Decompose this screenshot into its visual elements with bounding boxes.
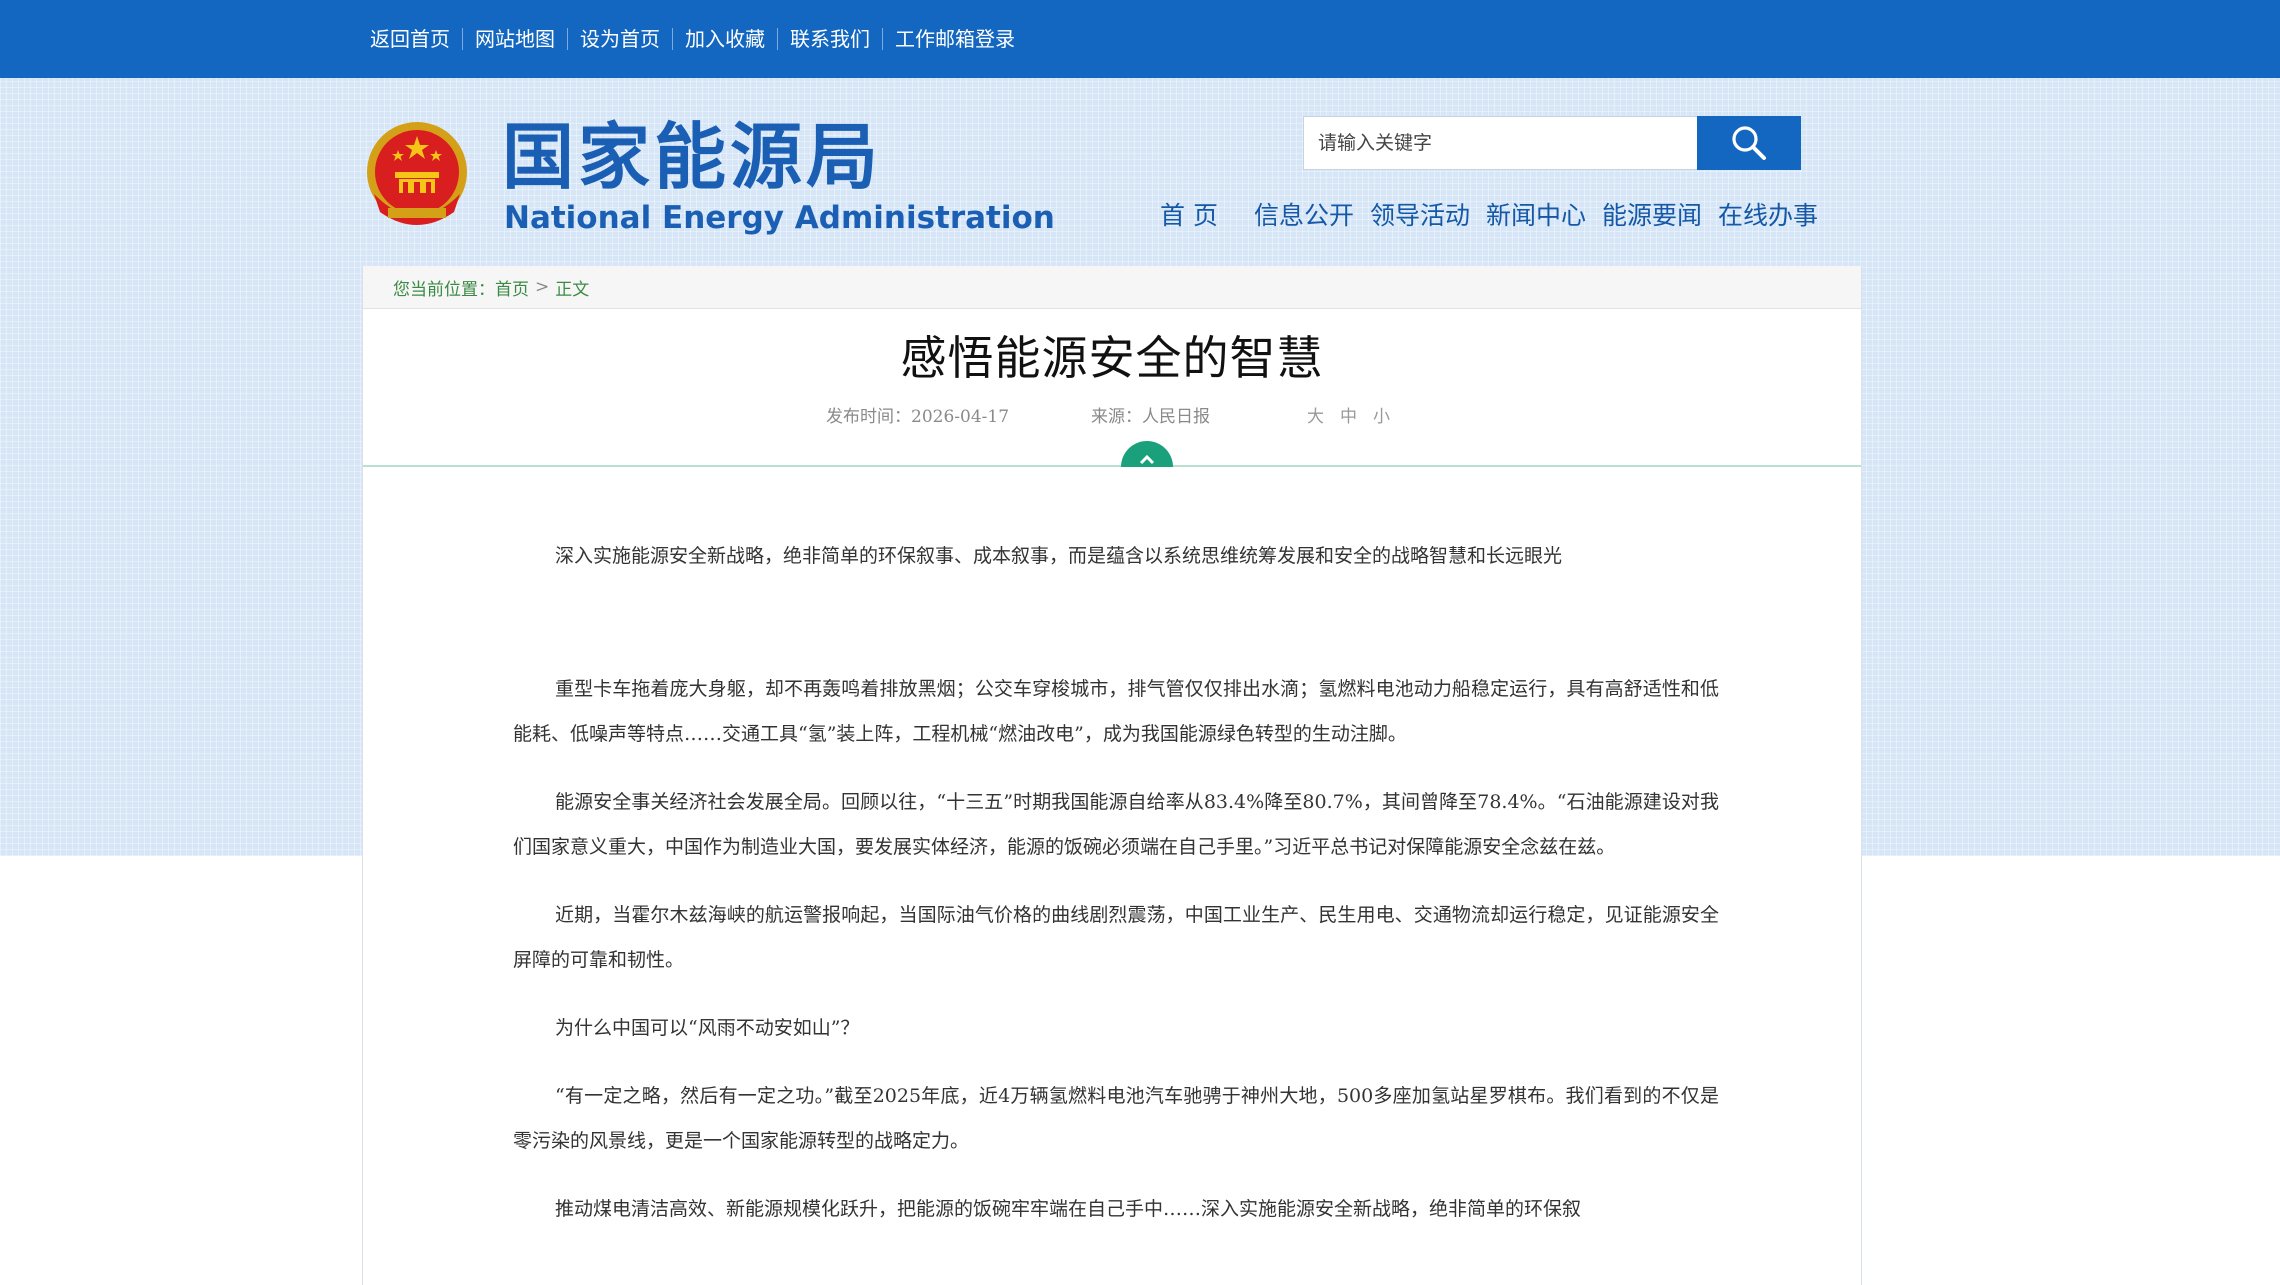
publish-date: 2026-04-17 bbox=[911, 407, 1010, 427]
article-paragraph: 推动煤电清洁高效、新能源规模化跃升，把能源的饭碗牢牢端在自己手中……深入实施能源… bbox=[555, 1198, 1582, 1220]
article-paragraph: 深入实施能源安全新战略，绝非简单的环保叙事、成本叙事，而是蕴含以系统思维统筹发展… bbox=[555, 545, 1563, 567]
top-bar: 返回首页 网站地图 设为首页 加入收藏 联系我们 工作邮箱登录 bbox=[0, 0, 2280, 78]
content-panel: 您当前位置： 首页 > 正文 感悟能源安全的智慧 发布时间：2026-04-17… bbox=[362, 266, 1862, 1285]
publish-time: 发布时间：2026-04-17 bbox=[826, 402, 1009, 427]
search-box bbox=[1303, 116, 1801, 170]
link-mail-login[interactable]: 工作邮箱登录 bbox=[882, 28, 1027, 50]
search-input[interactable] bbox=[1303, 116, 1711, 170]
article-paragraph: “有一定之略，然后有一定之功。”截至2025年底，近4万辆氢燃料电池汽车驰骋于神… bbox=[513, 1085, 1719, 1152]
nav-leader-activities[interactable]: 领导活动 bbox=[1370, 196, 1470, 236]
publish-time-label: 发布时间： bbox=[826, 407, 911, 427]
search-icon bbox=[1732, 126, 1766, 160]
source-name: 人民日报 bbox=[1142, 407, 1210, 427]
collapse-button[interactable] bbox=[1121, 441, 1173, 467]
site-logo[interactable]: 国家能源局 National Energy Administration bbox=[362, 114, 1055, 244]
breadcrumb: 您当前位置： 首页 > 正文 bbox=[363, 266, 1861, 309]
national-emblem-icon bbox=[367, 122, 467, 225]
font-size-large[interactable]: 大 bbox=[1307, 402, 1324, 427]
nav-news-center[interactable]: 新闻中心 bbox=[1486, 196, 1586, 236]
nav-online-services[interactable]: 在线办事 bbox=[1718, 196, 1818, 236]
article-paragraph: 能源安全事关经济社会发展全局。回顾以往，“十三五”时期我国能源自给率从83.4%… bbox=[513, 791, 1719, 858]
header-divider bbox=[363, 465, 1861, 467]
article-body: 深入实施能源安全新战略，绝非简单的环保叙事、成本叙事，而是蕴含以系统思维统筹发展… bbox=[513, 534, 1719, 1232]
link-home[interactable]: 返回首页 bbox=[362, 28, 462, 50]
top-links: 返回首页 网站地图 设为首页 加入收藏 联系我们 工作邮箱登录 bbox=[362, 0, 1027, 78]
logo-chinese-name: 国家能源局 bbox=[502, 115, 883, 199]
font-size-medium[interactable]: 中 bbox=[1340, 402, 1357, 427]
search-button[interactable] bbox=[1697, 116, 1801, 170]
link-sitemap[interactable]: 网站地图 bbox=[462, 28, 567, 50]
breadcrumb-home[interactable]: 首页 bbox=[495, 275, 529, 300]
breadcrumb-current[interactable]: 正文 bbox=[555, 275, 589, 300]
logo-english-name: National Energy Administration bbox=[504, 200, 1055, 236]
source-label: 来源： bbox=[1091, 407, 1142, 427]
main-nav: 首 页 信息公开 领导活动 新闻中心 能源要闻 在线办事 bbox=[1160, 196, 1818, 236]
breadcrumb-label: 您当前位置： bbox=[393, 279, 495, 300]
nav-home[interactable]: 首 页 bbox=[1160, 196, 1218, 236]
article-paragraph: 为什么中国可以“风雨不动安如山”？ bbox=[555, 1017, 860, 1039]
nav-energy-news[interactable]: 能源要闻 bbox=[1602, 196, 1702, 236]
article-paragraph: 近期，当霍尔木兹海峡的航运警报响起，当国际油气价格的曲线剧烈震荡，中国工业生产、… bbox=[513, 904, 1719, 971]
article-paragraph: 重型卡车拖着庞大身躯，却不再轰鸣着排放黑烟；公交车穿梭城市，排气管仅仅排出水滴；… bbox=[513, 678, 1719, 745]
chevron-up-icon bbox=[1139, 454, 1155, 465]
font-size-small[interactable]: 小 bbox=[1373, 402, 1390, 427]
breadcrumb-separator: > bbox=[535, 277, 550, 297]
link-add-favorite[interactable]: 加入收藏 bbox=[672, 28, 777, 50]
article-title: 感悟能源安全的智慧 bbox=[900, 331, 1324, 385]
article-source: 来源：人民日报 bbox=[1091, 402, 1210, 427]
link-set-homepage[interactable]: 设为首页 bbox=[567, 28, 672, 50]
nav-info-disclosure[interactable]: 信息公开 bbox=[1254, 196, 1354, 236]
link-contact[interactable]: 联系我们 bbox=[777, 28, 882, 50]
